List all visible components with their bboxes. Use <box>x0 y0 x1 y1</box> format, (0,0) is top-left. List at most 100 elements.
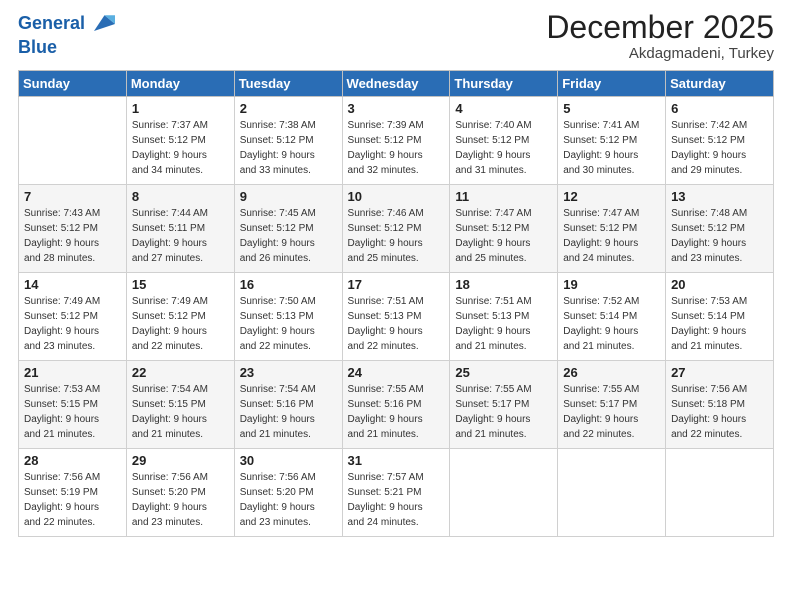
table-row: 29Sunrise: 7:56 AMSunset: 5:20 PMDayligh… <box>126 449 234 537</box>
table-row: 5 Sunrise: 7:41 AMSunset: 5:12 PMDaylight… <box>558 97 666 185</box>
day-number: 8 <box>132 189 229 204</box>
subtitle: Akdagmadeni, Turkey <box>546 45 774 62</box>
week-row-4: 28 Sunrise: 7:56 AMSunset: 5:19 PMDayligh… <box>19 449 774 537</box>
table-row: 6 Sunrise: 7:42 AMSunset: 5:12 PMDaylight… <box>666 97 774 185</box>
col-friday: Friday <box>558 71 666 97</box>
day-info: Sunrise: 7:42 AMSunset: 5:12 PMDaylight:… <box>671 118 768 178</box>
day-info: Sunrise: 7:40 AMSunset: 5:12 PMDaylight:… <box>455 118 552 178</box>
day-info: Sunrise: 7:54 AMSunset: 5:15 PMDaylight:… <box>132 382 229 442</box>
table-row: 20Sunrise: 7:53 AMSunset: 5:14 PMDayligh… <box>666 273 774 361</box>
day-number: 17 <box>348 277 445 292</box>
table-row: 26 Sunrise: 7:55 AMSunset: 5:17 PMDayligh… <box>558 361 666 449</box>
day-info: Sunrise: 7:45 AMSunset: 5:12 PMDaylight:… <box>240 206 337 266</box>
week-row-3: 21 Sunrise: 7:53 AMSunset: 5:15 PMDayligh… <box>19 361 774 449</box>
table-row: 4 Sunrise: 7:40 AMSunset: 5:12 PMDaylight… <box>450 97 558 185</box>
day-info: Sunrise: 7:47 AMSunset: 5:12 PMDaylight:… <box>563 206 660 266</box>
table-row: 14Sunrise: 7:49 AMSunset: 5:12 PMDayligh… <box>19 273 127 361</box>
day-info: Sunrise: 7:38 AMSunset: 5:12 PMDaylight:… <box>240 118 337 178</box>
day-number: 14 <box>24 277 121 292</box>
day-number: 16 <box>240 277 337 292</box>
day-number: 15 <box>132 277 229 292</box>
day-number: 6 <box>671 101 768 116</box>
title-block: December 2025 Akdagmadeni, Turkey <box>546 10 774 62</box>
col-sunday: Sunday <box>19 71 127 97</box>
day-info: Sunrise: 7:57 AMSunset: 5:21 PMDaylight:… <box>348 470 445 530</box>
week-row-2: 14 Sunrise: 7:49 AMSunset: 5:12 PMDayligh… <box>19 273 774 361</box>
table-row: 22Sunrise: 7:54 AMSunset: 5:15 PMDayligh… <box>126 361 234 449</box>
day-info: Sunrise: 7:52 AMSunset: 5:14 PMDaylight:… <box>563 294 660 354</box>
logo-icon <box>87 10 115 38</box>
header-row: Sunday Monday Tuesday Wednesday Thursday… <box>19 71 774 97</box>
table-row: 15 Sunrise: 7:49 AMSunset: 5:12 PMDayligh… <box>126 273 234 361</box>
table-row <box>666 449 774 537</box>
day-info: Sunrise: 7:44 AMSunset: 5:11 PMDaylight:… <box>132 206 229 266</box>
day-info: Sunrise: 7:56 AMSunset: 5:20 PMDaylight:… <box>132 470 229 530</box>
day-number: 10 <box>348 189 445 204</box>
day-number: 18 <box>455 277 552 292</box>
day-info: Sunrise: 7:54 AMSunset: 5:16 PMDaylight:… <box>240 382 337 442</box>
week-row-0: 1Sunrise: 7:37 AMSunset: 5:12 PMDaylight… <box>19 97 774 185</box>
week-row-1: 7Sunrise: 7:43 AMSunset: 5:12 PMDaylight… <box>19 185 774 273</box>
table-row: 2 Sunrise: 7:38 AMSunset: 5:12 PMDaylight… <box>234 97 342 185</box>
col-thursday: Thursday <box>450 71 558 97</box>
table-row: 24Sunrise: 7:55 AMSunset: 5:16 PMDayligh… <box>342 361 450 449</box>
day-number: 5 <box>563 101 660 116</box>
day-info: Sunrise: 7:46 AMSunset: 5:12 PMDaylight:… <box>348 206 445 266</box>
day-number: 23 <box>240 365 337 380</box>
day-info: Sunrise: 7:56 AMSunset: 5:18 PMDaylight:… <box>671 382 768 442</box>
table-row: 21 Sunrise: 7:53 AMSunset: 5:15 PMDayligh… <box>19 361 127 449</box>
day-info: Sunrise: 7:56 AMSunset: 5:19 PMDaylight:… <box>24 470 121 530</box>
page: General Blue December 2025 Akdagmadeni, … <box>0 0 792 612</box>
col-saturday: Saturday <box>666 71 774 97</box>
day-info: Sunrise: 7:55 AMSunset: 5:17 PMDaylight:… <box>455 382 552 442</box>
day-number: 28 <box>24 453 121 468</box>
table-row: 13Sunrise: 7:48 AMSunset: 5:12 PMDayligh… <box>666 185 774 273</box>
table-row: 7Sunrise: 7:43 AMSunset: 5:12 PMDaylight… <box>19 185 127 273</box>
table-row <box>19 97 127 185</box>
table-row: 11 Sunrise: 7:47 AMSunset: 5:12 PMDayligh… <box>450 185 558 273</box>
day-number: 24 <box>348 365 445 380</box>
day-info: Sunrise: 7:51 AMSunset: 5:13 PMDaylight:… <box>348 294 445 354</box>
table-row <box>558 449 666 537</box>
day-number: 12 <box>563 189 660 204</box>
day-number: 30 <box>240 453 337 468</box>
table-row: 16Sunrise: 7:50 AMSunset: 5:13 PMDayligh… <box>234 273 342 361</box>
day-number: 4 <box>455 101 552 116</box>
table-row: 10 Sunrise: 7:46 AMSunset: 5:12 PMDayligh… <box>342 185 450 273</box>
col-monday: Monday <box>126 71 234 97</box>
logo-text-blue: Blue <box>18 38 57 58</box>
day-number: 26 <box>563 365 660 380</box>
day-number: 1 <box>132 101 229 116</box>
table-row: 28 Sunrise: 7:56 AMSunset: 5:19 PMDayligh… <box>19 449 127 537</box>
day-info: Sunrise: 7:49 AMSunset: 5:12 PMDaylight:… <box>132 294 229 354</box>
col-tuesday: Tuesday <box>234 71 342 97</box>
table-row: 25Sunrise: 7:55 AMSunset: 5:17 PMDayligh… <box>450 361 558 449</box>
table-row: 12 Sunrise: 7:47 AMSunset: 5:12 PMDayligh… <box>558 185 666 273</box>
day-info: Sunrise: 7:55 AMSunset: 5:17 PMDaylight:… <box>563 382 660 442</box>
table-row: 17 Sunrise: 7:51 AMSunset: 5:13 PMDayligh… <box>342 273 450 361</box>
day-number: 9 <box>240 189 337 204</box>
day-number: 11 <box>455 189 552 204</box>
calendar-table: Sunday Monday Tuesday Wednesday Thursday… <box>18 70 774 537</box>
day-info: Sunrise: 7:39 AMSunset: 5:12 PMDaylight:… <box>348 118 445 178</box>
table-row: 8 Sunrise: 7:44 AMSunset: 5:11 PMDaylight… <box>126 185 234 273</box>
table-row: 19 Sunrise: 7:52 AMSunset: 5:14 PMDayligh… <box>558 273 666 361</box>
table-row: 27 Sunrise: 7:56 AMSunset: 5:18 PMDayligh… <box>666 361 774 449</box>
day-number: 20 <box>671 277 768 292</box>
table-row: 3 Sunrise: 7:39 AMSunset: 5:12 PMDaylight… <box>342 97 450 185</box>
month-title: December 2025 <box>546 10 774 45</box>
table-row: 9 Sunrise: 7:45 AMSunset: 5:12 PMDaylight… <box>234 185 342 273</box>
day-number: 7 <box>24 189 121 204</box>
day-number: 21 <box>24 365 121 380</box>
day-number: 3 <box>348 101 445 116</box>
day-info: Sunrise: 7:41 AMSunset: 5:12 PMDaylight:… <box>563 118 660 178</box>
logo: General Blue <box>18 10 115 58</box>
day-info: Sunrise: 7:53 AMSunset: 5:15 PMDaylight:… <box>24 382 121 442</box>
day-number: 2 <box>240 101 337 116</box>
table-row <box>450 449 558 537</box>
day-info: Sunrise: 7:47 AMSunset: 5:12 PMDaylight:… <box>455 206 552 266</box>
day-info: Sunrise: 7:48 AMSunset: 5:12 PMDaylight:… <box>671 206 768 266</box>
table-row: 18Sunrise: 7:51 AMSunset: 5:13 PMDayligh… <box>450 273 558 361</box>
day-number: 27 <box>671 365 768 380</box>
day-number: 19 <box>563 277 660 292</box>
